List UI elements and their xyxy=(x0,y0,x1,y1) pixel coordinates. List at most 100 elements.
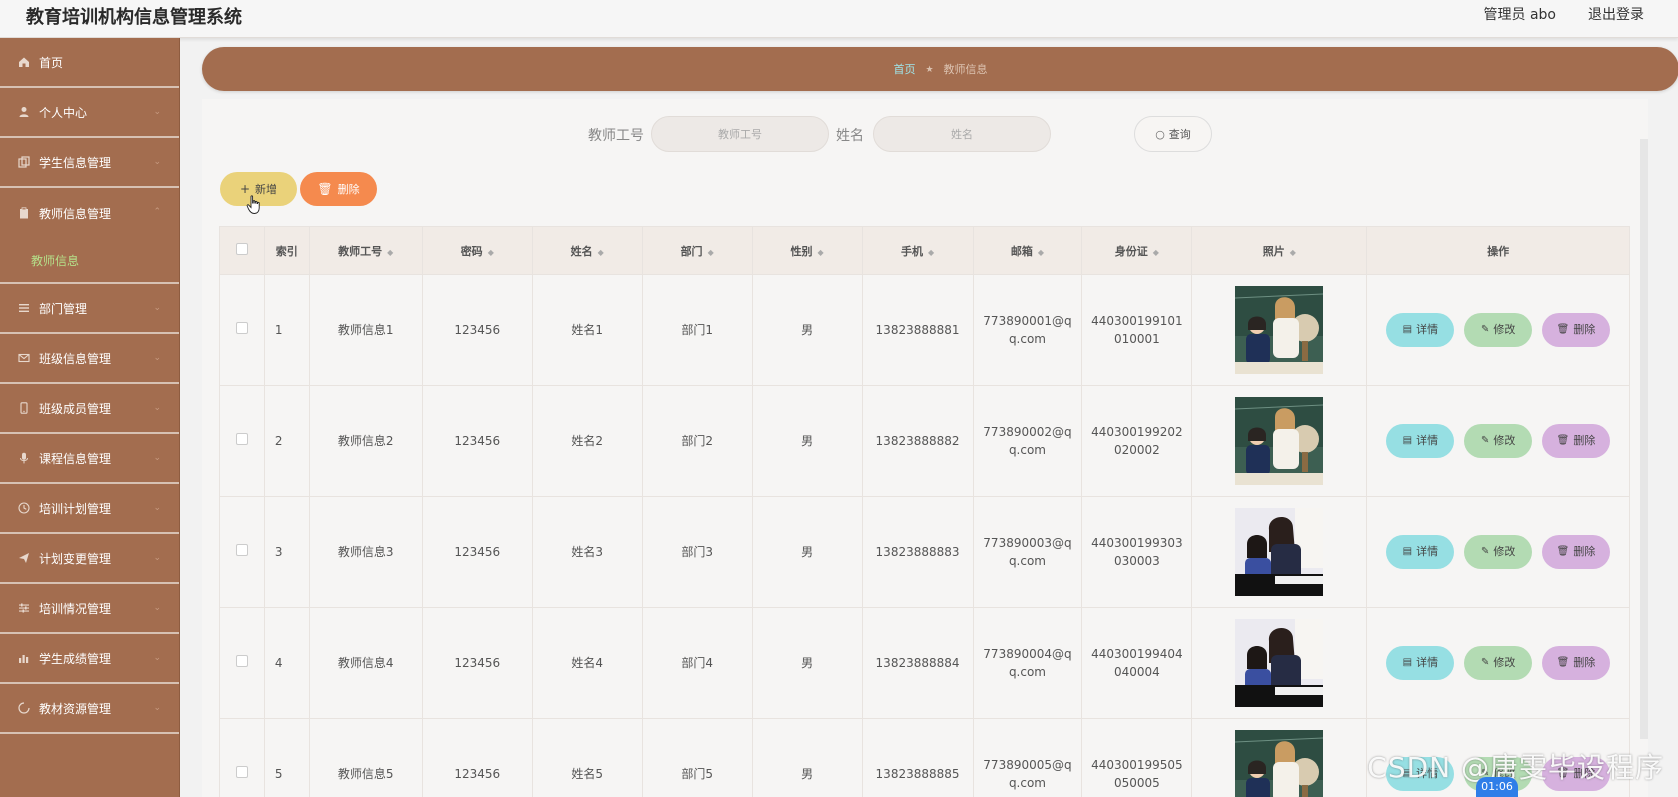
trash-icon: 🗑︎ xyxy=(1556,324,1570,335)
edit-button[interactable]: ✎ 修改 xyxy=(1464,313,1533,347)
phone-cell: 13823888885 xyxy=(861,718,974,797)
sort-icon[interactable]: ◆ xyxy=(708,248,714,257)
bar-chart-icon xyxy=(17,651,31,665)
sidebar-item-plan-changes[interactable]: 计划变更管理 ⌄ xyxy=(0,534,179,584)
sidebar-item-courses[interactable]: 课程信息管理 ⌄ xyxy=(0,434,179,484)
row-checkbox[interactable] xyxy=(235,766,248,778)
name-header[interactable]: 姓名 ◆ xyxy=(531,226,643,275)
id-card-header-label: 身份证 xyxy=(1114,244,1148,258)
teacher-id-search-input[interactable] xyxy=(651,116,829,152)
phone-header[interactable]: 手机 ◆ xyxy=(861,226,974,275)
detail-button[interactable]: ▤ 详情 xyxy=(1386,535,1455,569)
sidebar-item-materials[interactable]: 教材资源管理 ⌄ xyxy=(0,684,179,734)
send-icon xyxy=(17,551,31,565)
name-search-input[interactable] xyxy=(873,116,1051,152)
gender-header[interactable]: 性别 ◆ xyxy=(751,226,863,275)
sidebar-item-training-status[interactable]: 培训情况管理 ⌄ xyxy=(0,584,179,634)
sidebar-item-teachers[interactable]: 教师信息管理 ⌃ xyxy=(0,188,179,238)
row-select-cell[interactable] xyxy=(219,385,265,497)
id-card-cell: 440300199101 010001 xyxy=(1081,274,1193,386)
sort-icon[interactable]: ◆ xyxy=(1038,248,1044,257)
detail-button[interactable]: ▤ 详情 xyxy=(1386,424,1455,458)
logout-link[interactable]: 退出登录 xyxy=(1588,4,1644,24)
email-header[interactable]: 邮箱 ◆ xyxy=(972,226,1083,275)
gender-cell: 男 xyxy=(751,718,863,797)
sidebar-subitem-teacher-info[interactable]: 教师信息 xyxy=(0,238,179,284)
sidebar-item-label: 首页 xyxy=(39,55,64,70)
edit-button[interactable]: ✎ 修改 xyxy=(1464,535,1533,569)
detail-button[interactable]: ▤ 详情 xyxy=(1386,313,1455,347)
trash-icon: 🗑︎ xyxy=(1556,435,1570,446)
vertical-scrollbar[interactable] xyxy=(1640,139,1648,739)
sort-icon[interactable]: ◆ xyxy=(488,248,494,257)
select-all-checkbox[interactable] xyxy=(235,243,248,255)
ops-header: 操作 xyxy=(1366,226,1630,275)
sort-icon[interactable]: ◆ xyxy=(387,248,393,257)
edit-button[interactable]: ✎ 修改 xyxy=(1464,646,1533,680)
phone-cell: 13823888884 xyxy=(861,607,974,719)
table-row: 2 教师信息2 123456 姓名2 部门2 男 13823888882 773… xyxy=(219,385,1630,497)
sidebar-item-label: 部门管理 xyxy=(39,301,88,316)
phone-cell: 13823888883 xyxy=(861,496,974,608)
table-row: 1 教师信息1 123456 姓名1 部门1 男 13823888881 773… xyxy=(219,274,1630,386)
row-select-cell[interactable] xyxy=(219,496,265,608)
table-row: 4 教师信息4 123456 姓名4 部门4 男 13823888884 773… xyxy=(219,607,1630,719)
teacher-photo xyxy=(1235,508,1324,596)
sidebar-item-class-members[interactable]: 班级成员管理 ⌄ xyxy=(0,384,179,434)
sidebar-item-label: 班级成员管理 xyxy=(39,401,112,416)
delete-button[interactable]: 🗑︎ 删除 xyxy=(1542,646,1611,680)
batch-delete-button[interactable]: 🗑︎ 删除 xyxy=(300,172,377,206)
gender-cell: 男 xyxy=(751,607,863,719)
delete-button[interactable]: 🗑︎ 删除 xyxy=(1542,535,1611,569)
detail-button[interactable]: ▤ 详情 xyxy=(1386,646,1455,680)
email-line-1: 773890002@q xyxy=(983,425,1072,439)
row-select-cell[interactable] xyxy=(219,607,265,719)
sort-icon[interactable]: ◆ xyxy=(1153,248,1159,257)
sidebar-item-departments[interactable]: 部门管理 ⌄ xyxy=(0,284,179,334)
edit-button-label: 修改 xyxy=(1493,434,1516,447)
row-checkbox[interactable] xyxy=(235,433,248,445)
id-card-cell: 440300199202 020002 xyxy=(1081,385,1193,497)
sidebar-item-classes[interactable]: 班级信息管理 ⌄ xyxy=(0,334,179,384)
sort-icon[interactable]: ◆ xyxy=(928,248,934,257)
sidebar-item-grades[interactable]: 学生成绩管理 ⌄ xyxy=(0,634,179,684)
sidebar-item-label: 学生信息管理 xyxy=(39,155,112,170)
select-all-cell[interactable] xyxy=(219,226,265,275)
teacher-id-header[interactable]: 教师工号 ◆ xyxy=(308,226,423,275)
row-checkbox[interactable] xyxy=(235,655,248,667)
dept-header[interactable]: 部门 ◆ xyxy=(641,226,753,275)
email-cell: 773890001@q q.com xyxy=(972,274,1083,386)
edit-button[interactable]: ✎ 修改 xyxy=(1464,424,1533,458)
password-cell: 123456 xyxy=(421,274,533,386)
delete-button[interactable]: 🗑︎ 删除 xyxy=(1542,424,1611,458)
detail-button-label: 详情 xyxy=(1416,434,1439,447)
clock-icon xyxy=(17,501,31,515)
password-cell: 123456 xyxy=(421,607,533,719)
row-checkbox[interactable] xyxy=(235,544,248,556)
id-card-header[interactable]: 身份证 ◆ xyxy=(1081,226,1193,275)
gender-cell: 男 xyxy=(751,274,863,386)
password-header[interactable]: 密码 ◆ xyxy=(421,226,533,275)
sort-icon[interactable]: ◆ xyxy=(1290,248,1296,257)
query-button[interactable]: ○ 查询 xyxy=(1134,116,1212,152)
sidebar-item-label: 培训情况管理 xyxy=(39,601,112,616)
row-checkbox[interactable] xyxy=(235,322,248,334)
row-select-cell[interactable] xyxy=(219,274,265,386)
sort-icon[interactable]: ◆ xyxy=(818,248,824,257)
sidebar-item-home[interactable]: 首页 xyxy=(0,38,179,88)
sidebar-item-students[interactable]: 学生信息管理 ⌄ xyxy=(0,138,179,188)
photo-header[interactable]: 照片 ◆ xyxy=(1191,226,1368,275)
sort-icon[interactable]: ◆ xyxy=(598,248,604,257)
list-icon xyxy=(17,301,31,315)
row-select-cell[interactable] xyxy=(219,718,265,797)
teacher-id-search-label: 教师工号 xyxy=(588,128,644,144)
chevron-down-icon: ⌄ xyxy=(153,156,161,166)
delete-button[interactable]: 🗑︎ 删除 xyxy=(1542,313,1611,347)
sidebar-item-profile[interactable]: 个人中心 ⌄ xyxy=(0,88,179,138)
id-card-line-2: 020002 xyxy=(1113,443,1160,457)
breadcrumb-home-link[interactable]: 首页 xyxy=(893,61,915,77)
gender-cell: 男 xyxy=(751,385,863,497)
sidebar-item-training-plans[interactable]: 培训计划管理 ⌄ xyxy=(0,484,179,534)
id-card-line-1: 440300199303 xyxy=(1091,536,1183,550)
chevron-down-icon: ⌄ xyxy=(153,402,161,412)
